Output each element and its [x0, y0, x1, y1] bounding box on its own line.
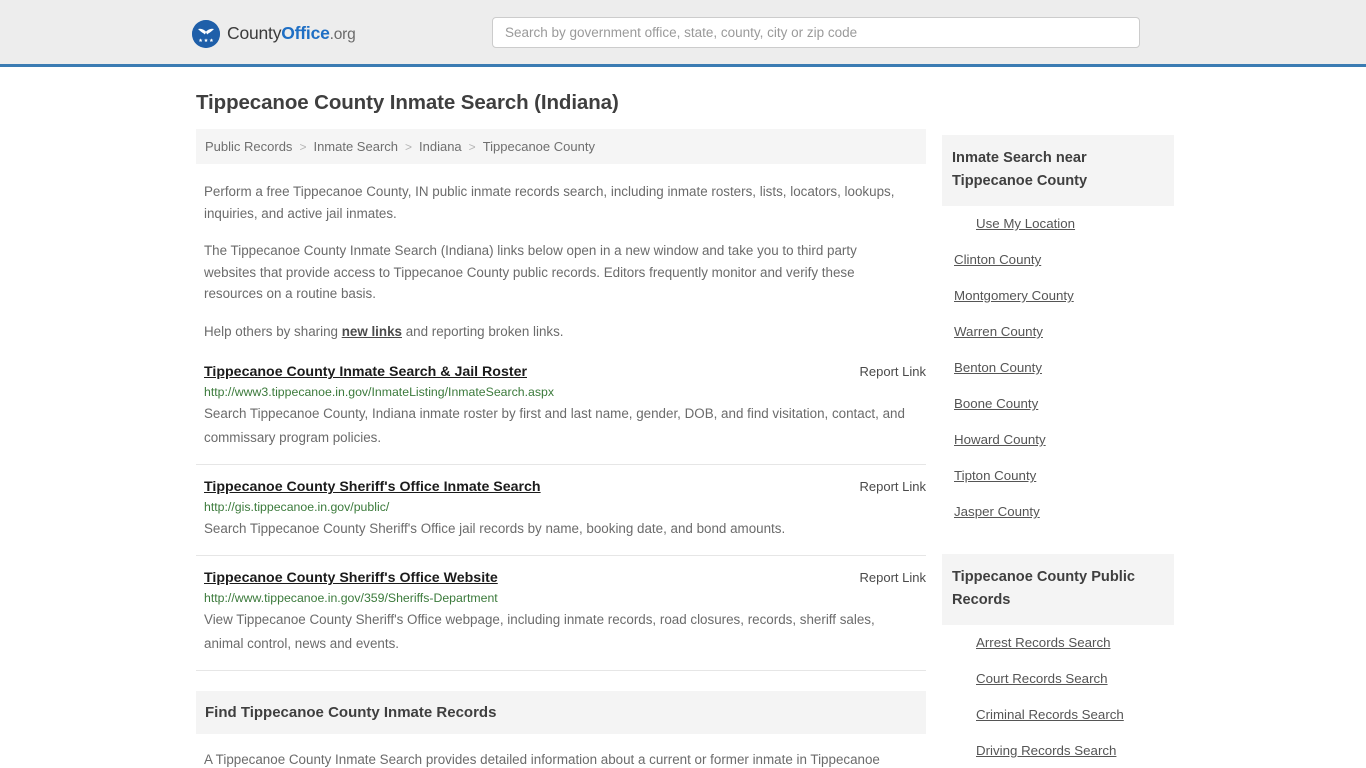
- sidebar-heading-near-text: Inmate Search near Tippecanoe County: [952, 150, 1088, 189]
- sidebar-item-tipton-county[interactable]: Tipton County: [942, 458, 1174, 494]
- list-item: Court Records Search: [942, 661, 1174, 697]
- sidebar-heading-near: Inmate Search near Tippecanoe County: [942, 135, 1174, 206]
- result-url[interactable]: http://gis.tippecanoe.in.gov/public/: [204, 500, 926, 514]
- sidebar-item-warren-county[interactable]: Warren County: [942, 314, 1174, 350]
- result-header: Tippecanoe County Inmate Search & Jail R…: [196, 364, 926, 380]
- list-item: Benton County: [942, 350, 1174, 386]
- site-logo-text: CountyOffice.org: [227, 25, 356, 43]
- list-item: Driving Records Search: [942, 733, 1174, 768]
- sidebar: Inmate Search near Tippecanoe County Use…: [942, 67, 1174, 768]
- list-item: Howard County: [942, 422, 1174, 458]
- breadcrumb-item-indiana[interactable]: Indiana: [419, 139, 462, 154]
- result-url[interactable]: http://www3.tippecanoe.in.gov/InmateList…: [204, 385, 926, 399]
- report-link-button[interactable]: Report Link: [860, 364, 926, 379]
- result-title-link[interactable]: Tippecanoe County Sheriff's Office Inmat…: [204, 479, 541, 495]
- result-header: Tippecanoe County Sheriff's Office Inmat…: [196, 479, 926, 495]
- site-header: CountyOffice.org: [0, 0, 1366, 67]
- list-item: Montgomery County: [942, 278, 1174, 314]
- find-records-heading-box: Find Tippecanoe County Inmate Records: [196, 691, 926, 734]
- result-title-link[interactable]: Tippecanoe County Inmate Search & Jail R…: [204, 364, 527, 380]
- result-description: Search Tippecanoe County, Indiana inmate…: [204, 406, 905, 445]
- breadcrumb-item-tippecanoe-county: Tippecanoe County: [482, 139, 595, 154]
- eagle-stars-emblem-icon: [192, 20, 220, 48]
- brand-part-tld: .org: [329, 26, 356, 44]
- result-url[interactable]: http://www.tippecanoe.in.gov/359/Sheriff…: [204, 591, 926, 605]
- results-list: Tippecanoe County Inmate Search & Jail R…: [196, 364, 926, 671]
- help-suffix-text: and reporting broken links.: [401, 323, 564, 339]
- result-item: Tippecanoe County Sheriff's Office Inmat…: [196, 479, 926, 556]
- sidebar-card-near-counties: Inmate Search near Tippecanoe County Use…: [942, 135, 1174, 530]
- intro-paragraph-1: Perform a free Tippecanoe County, IN pub…: [204, 184, 895, 221]
- result-description: View Tippecanoe County Sheriff's Office …: [204, 612, 875, 651]
- sidebar-list-public-records: Arrest Records Search Court Records Sear…: [942, 625, 1174, 768]
- list-item: Jasper County: [942, 494, 1174, 530]
- list-item: Clinton County: [942, 242, 1174, 278]
- sidebar-card-public-records: Tippecanoe County Public Records Arrest …: [942, 554, 1174, 768]
- page-container: Tippecanoe County Inmate Search (Indiana…: [0, 67, 1366, 768]
- report-link-button[interactable]: Report Link: [860, 479, 926, 494]
- main-column: Tippecanoe County Inmate Search (Indiana…: [196, 67, 926, 768]
- result-item: Tippecanoe County Inmate Search & Jail R…: [196, 364, 926, 465]
- result-title-link[interactable]: Tippecanoe County Sheriff's Office Websi…: [204, 570, 498, 586]
- result-header: Tippecanoe County Sheriff's Office Websi…: [196, 570, 926, 586]
- help-prefix-text: Help others by sharing: [204, 323, 342, 339]
- help-paragraph: Help others by sharing new links and rep…: [204, 321, 904, 343]
- sidebar-item-jasper-county[interactable]: Jasper County: [942, 494, 1174, 530]
- sidebar-item-arrest-records-search[interactable]: Arrest Records Search: [942, 625, 1174, 661]
- find-records-paragraph: A Tippecanoe County Inmate Search provid…: [204, 752, 880, 767]
- intro-section: Perform a free Tippecanoe County, IN pub…: [196, 181, 926, 342]
- sidebar-item-court-records-search[interactable]: Court Records Search: [942, 661, 1174, 697]
- result-description: Search Tippecanoe County Sheriff's Offic…: [204, 521, 786, 536]
- list-item: Arrest Records Search: [942, 625, 1174, 661]
- new-links-link[interactable]: new links: [342, 324, 402, 339]
- search-input[interactable]: [492, 17, 1140, 48]
- breadcrumb-separator-icon: >: [468, 139, 476, 154]
- list-item: Use My Location: [942, 206, 1174, 242]
- page-title: Tippecanoe County Inmate Search (Indiana…: [196, 91, 619, 114]
- find-records-body: A Tippecanoe County Inmate Search provid…: [196, 748, 926, 768]
- brand-part-office: Office: [281, 23, 330, 44]
- site-logo[interactable]: CountyOffice.org: [192, 20, 356, 48]
- sidebar-list-near: Use My Location Clinton County Montgomer…: [942, 206, 1174, 530]
- sidebar-heading-public-records-text: Tippecanoe County Public Records: [952, 569, 1135, 608]
- list-item: Boone County: [942, 386, 1174, 422]
- find-records-heading: Find Tippecanoe County Inmate Records: [205, 704, 497, 721]
- brand-part-county: County: [227, 23, 282, 44]
- result-item: Tippecanoe County Sheriff's Office Websi…: [196, 570, 926, 671]
- report-link-button[interactable]: Report Link: [860, 570, 926, 585]
- sidebar-item-criminal-records-search[interactable]: Criminal Records Search: [942, 697, 1174, 733]
- list-item: Criminal Records Search: [942, 697, 1174, 733]
- content-layout: Tippecanoe County Inmate Search (Indiana…: [196, 67, 1174, 768]
- sidebar-item-montgomery-county[interactable]: Montgomery County: [942, 278, 1174, 314]
- sidebar-heading-public-records: Tippecanoe County Public Records: [942, 554, 1174, 625]
- breadcrumb-separator-icon: >: [299, 139, 307, 154]
- sidebar-item-driving-records-search[interactable]: Driving Records Search: [942, 733, 1174, 768]
- list-item: Tipton County: [942, 458, 1174, 494]
- sidebar-item-howard-county[interactable]: Howard County: [942, 422, 1174, 458]
- intro-paragraph-2: The Tippecanoe County Inmate Search (Ind…: [204, 243, 857, 301]
- sidebar-item-benton-county[interactable]: Benton County: [942, 350, 1174, 386]
- list-item: Warren County: [942, 314, 1174, 350]
- sidebar-item-clinton-county[interactable]: Clinton County: [942, 242, 1174, 278]
- sidebar-item-boone-county[interactable]: Boone County: [942, 386, 1174, 422]
- breadcrumb: Public Records > Inmate Search > Indiana…: [196, 129, 926, 164]
- breadcrumb-item-inmate-search[interactable]: Inmate Search: [313, 139, 398, 154]
- sidebar-item-use-my-location[interactable]: Use My Location: [942, 206, 1174, 242]
- search-bar: [492, 17, 1140, 48]
- breadcrumb-separator-icon: >: [405, 139, 413, 154]
- breadcrumb-item-public-records[interactable]: Public Records: [205, 139, 292, 154]
